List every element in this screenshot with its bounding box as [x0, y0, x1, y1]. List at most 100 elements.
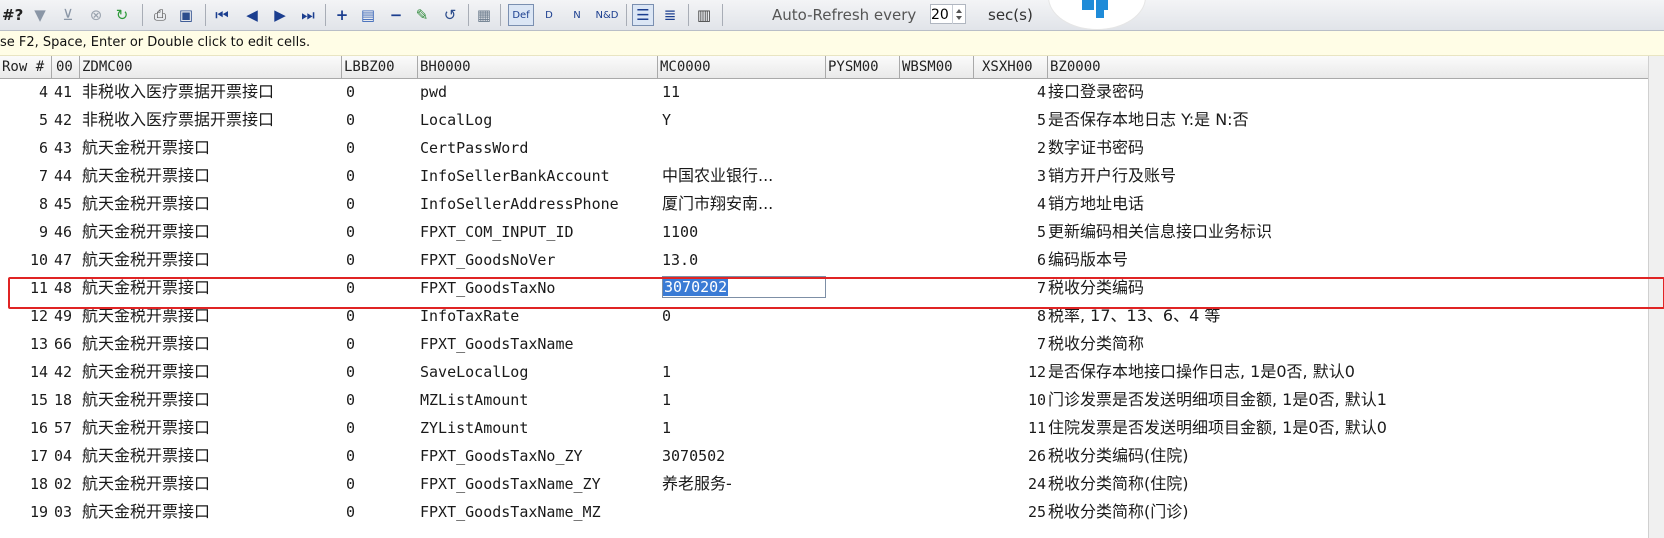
id-cell[interactable]: 03 [54, 499, 80, 525]
xsxh-cell[interactable]: 4 [1000, 191, 1046, 217]
mc-cell[interactable]: 中国农业银行... [662, 163, 824, 189]
def-mode-icon[interactable]: Def [508, 4, 534, 26]
bh-cell[interactable]: ZYListAmount [420, 415, 658, 441]
row-number-cell[interactable]: 10 [0, 247, 48, 273]
form-mode-icon[interactable]: ≣ [660, 4, 680, 26]
grid-mode-icon[interactable]: ☰ [632, 4, 654, 26]
zdmc-cell[interactable]: 非税收入医疗票据开票接口 [82, 107, 344, 133]
id-cell[interactable]: 57 [54, 415, 80, 441]
zdmc-cell[interactable]: 航天金税开票接口 [82, 499, 344, 525]
table-row[interactable]: 5 42 非税收入医疗票据开票接口 0 LocalLog Y 5 是否保存本地日志 Y:是 N… [0, 107, 1664, 133]
row-number-cell[interactable]: 6 [0, 135, 48, 161]
bz-cell[interactable]: 住院发票是否发送明细项目金额, 1是0否, 默认0 [1048, 415, 1648, 441]
bz-cell[interactable]: 税收分类简称 [1048, 331, 1648, 357]
add-record-icon[interactable]: + [332, 4, 352, 26]
id-cell[interactable]: 47 [54, 247, 80, 273]
auto-refresh-spinner[interactable] [952, 5, 965, 24]
cancel-edit-icon[interactable]: ↺ [440, 4, 460, 26]
cancel-icon[interactable]: ⊗ [86, 4, 106, 26]
n-mode-icon[interactable]: N [566, 4, 588, 26]
next-record-icon[interactable]: ▶ [270, 4, 290, 26]
zdmc-cell[interactable]: 航天金税开票接口 [82, 191, 344, 217]
lbbz-cell[interactable]: 0 [346, 191, 406, 217]
spin-down-icon[interactable] [956, 16, 962, 20]
column-header-wbsm[interactable]: WBSM00 [900, 56, 974, 78]
bh-cell[interactable]: FPXT_GoodsTaxName_ZY [420, 471, 658, 497]
row-number-cell[interactable]: 5 [0, 107, 48, 133]
mc-cell[interactable]: 养老服务- [662, 471, 824, 497]
bh-cell[interactable]: FPXT_GoodsNoVer [420, 247, 658, 273]
bz-cell[interactable]: 数字证书密码 [1048, 135, 1648, 161]
lbbz-cell[interactable]: 0 [346, 415, 406, 441]
mc-cell[interactable]: 3070502 [662, 443, 824, 469]
row-number-cell[interactable]: 17 [0, 443, 48, 469]
bh-cell[interactable]: pwd [420, 79, 658, 105]
zdmc-cell[interactable]: 航天金税开票接口 [82, 135, 344, 161]
id-cell[interactable]: 43 [54, 135, 80, 161]
xsxh-cell[interactable]: 26 [1000, 443, 1046, 469]
first-record-icon[interactable]: ⏮ [212, 4, 232, 26]
zdmc-cell[interactable]: 航天金税开票接口 [82, 443, 344, 469]
filter-icon[interactable]: ▼ [30, 4, 50, 26]
last-record-icon[interactable]: ⏭ [298, 4, 318, 26]
xsxh-cell[interactable]: 4 [1000, 79, 1046, 105]
id-cell[interactable]: 46 [54, 219, 80, 245]
bz-cell[interactable]: 税收分类简称(门诊) [1048, 499, 1648, 525]
mc-cell[interactable] [662, 499, 824, 525]
id-cell[interactable]: 02 [54, 471, 80, 497]
xsxh-cell[interactable]: 5 [1000, 107, 1046, 133]
xsxh-cell[interactable]: 5 [1000, 219, 1046, 245]
table-row[interactable]: 9 46 航天金税开票接口 0 FPXT_COM_INPUT_ID 1100 5 更新编码相关… [0, 219, 1664, 245]
id-cell[interactable]: 45 [54, 191, 80, 217]
column-header-row[interactable]: Row # [0, 56, 52, 78]
bz-cell[interactable]: 是否保存本地接口操作日志, 1是0否, 默认0 [1048, 359, 1648, 385]
row-number-cell[interactable]: 15 [0, 387, 48, 413]
row-number-cell[interactable]: 16 [0, 415, 48, 441]
xsxh-cell[interactable]: 2 [1000, 135, 1046, 161]
row-number-cell[interactable]: 9 [0, 219, 48, 245]
zdmc-cell[interactable]: 航天金税开票接口 [82, 471, 344, 497]
xsxh-cell[interactable]: 7 [1000, 331, 1046, 357]
zdmc-cell[interactable]: 航天金税开票接口 [82, 359, 344, 385]
xsxh-cell[interactable]: 24 [1000, 471, 1046, 497]
table-row[interactable]: 15 18 航天金税开票接口 0 MZListAmount 1 10 门诊发票是否发送明细项目… [0, 387, 1664, 413]
mc-cell[interactable] [662, 135, 824, 161]
table-row[interactable]: 10 47 航天金税开票接口 0 FPXT_GoodsNoVer 13.0 6 编码版本号 [0, 247, 1664, 273]
table-row[interactable]: 14 42 航天金税开票接口 0 SaveLocalLog 1 12 是否保存本地接口操作日志… [0, 359, 1664, 385]
bh-cell[interactable]: FPXT_COM_INPUT_ID [420, 219, 658, 245]
mc-cell[interactable]: 1 [662, 387, 824, 413]
text-mode-icon[interactable]: ▥ [694, 4, 714, 26]
table-row[interactable]: 16 57 航天金税开票接口 0 ZYListAmount 1 11 住院发票是否发送明细项目… [0, 415, 1664, 441]
column-header-id[interactable]: 00 [52, 56, 80, 78]
zdmc-cell[interactable]: 非税收入医疗票据开票接口 [82, 79, 344, 105]
id-cell[interactable]: 42 [54, 107, 80, 133]
row-number-cell[interactable]: 18 [0, 471, 48, 497]
mc-cell[interactable]: Y [662, 107, 824, 133]
bz-cell[interactable]: 门诊发票是否发送明细项目金额, 1是0否, 默认1 [1048, 387, 1648, 413]
bz-cell[interactable]: 更新编码相关信息接口业务标识 [1048, 219, 1648, 245]
column-header-mc[interactable]: MC0000 [658, 56, 826, 78]
lbbz-cell[interactable]: 0 [346, 79, 406, 105]
zdmc-cell[interactable]: 航天金税开票接口 [82, 387, 344, 413]
filter-clear-icon[interactable]: ⊻ [58, 4, 78, 26]
mc-cell[interactable]: 1 [662, 415, 824, 441]
column-header-zdmc[interactable]: ZDMC00 [80, 56, 342, 78]
id-cell[interactable]: 42 [54, 359, 80, 385]
bh-cell[interactable]: FPXT_GoodsTaxName_MZ [420, 499, 658, 525]
bz-cell[interactable]: 税收分类编码(住院) [1048, 443, 1648, 469]
lbbz-cell[interactable]: 0 [346, 331, 406, 357]
lbbz-cell[interactable]: 0 [346, 219, 406, 245]
lbbz-cell[interactable]: 0 [346, 107, 406, 133]
mc-cell[interactable]: 13.0 [662, 247, 824, 273]
column-header-bz[interactable]: BZ0000 [1048, 56, 1648, 78]
nd-mode-icon[interactable]: N&D [594, 4, 620, 26]
id-cell[interactable]: 18 [54, 387, 80, 413]
refresh-icon[interactable]: ↻ [112, 4, 132, 26]
post-edit-icon[interactable]: ✎ [412, 4, 432, 26]
bz-cell[interactable]: 是否保存本地日志 Y:是 N:否 [1048, 107, 1648, 133]
spin-up-icon[interactable] [956, 9, 962, 13]
zdmc-cell[interactable]: 航天金税开票接口 [82, 331, 344, 357]
bz-cell[interactable]: 销方开户行及账号 [1048, 163, 1648, 189]
lbbz-cell[interactable]: 0 [346, 387, 406, 413]
zdmc-cell[interactable]: 航天金税开票接口 [82, 163, 344, 189]
